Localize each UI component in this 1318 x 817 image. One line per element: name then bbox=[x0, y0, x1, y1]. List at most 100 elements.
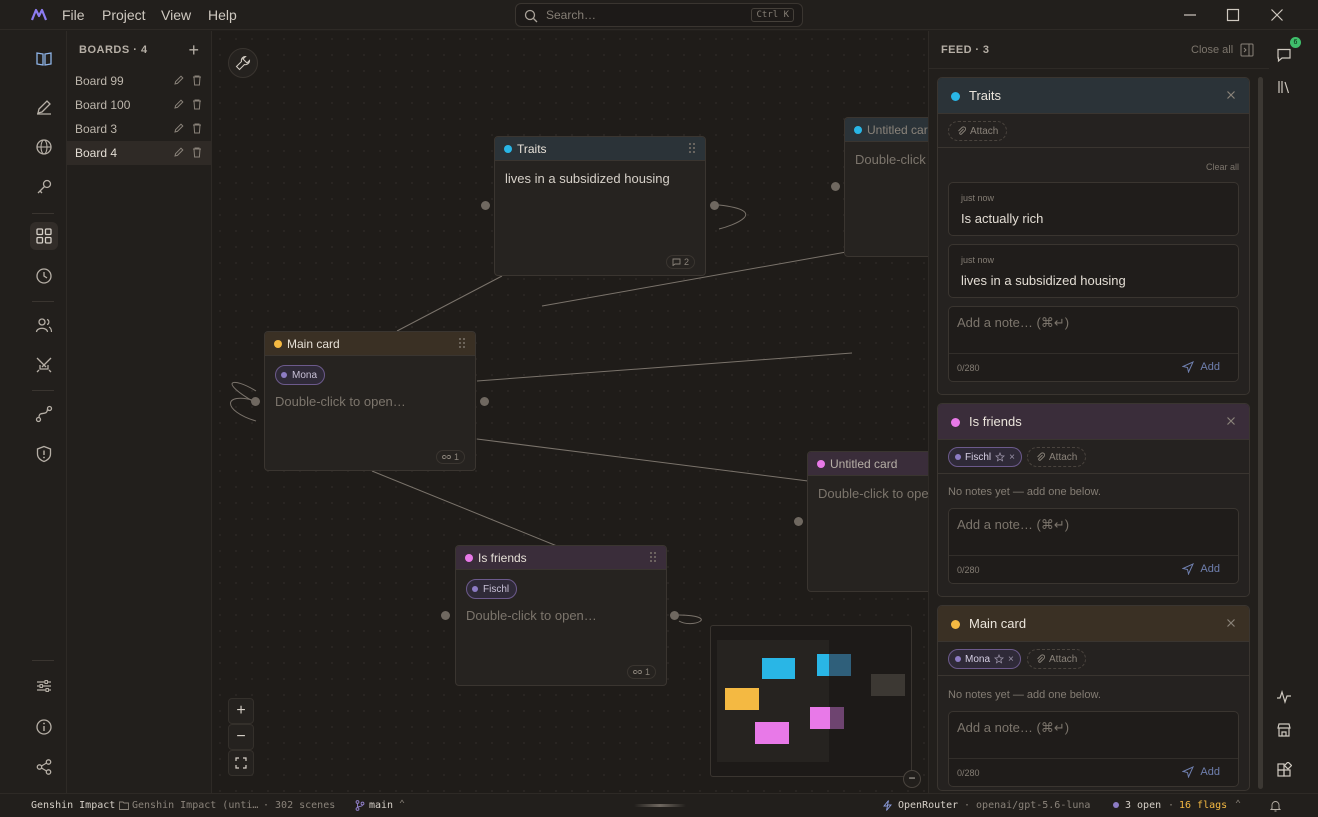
port-left[interactable] bbox=[441, 611, 450, 620]
edit-icon[interactable] bbox=[173, 98, 185, 110]
attach-button[interactable]: Attach bbox=[1027, 649, 1087, 669]
maximize-icon[interactable] bbox=[1223, 5, 1243, 25]
remove-chip-icon[interactable]: × bbox=[1008, 654, 1014, 665]
add-board-button[interactable]: + bbox=[188, 40, 199, 61]
note-input-placeholder[interactable]: Add a note… (⌘↵) bbox=[957, 517, 1069, 533]
note-composer[interactable]: Add a note… (⌘↵) 0/280 Add bbox=[948, 306, 1239, 382]
minimize-icon[interactable] bbox=[1180, 5, 1200, 25]
pen-icon[interactable] bbox=[30, 93, 58, 121]
card-traits[interactable]: Traits lives in a subsidized housing 2 bbox=[494, 136, 706, 276]
attach-button[interactable]: Attach bbox=[948, 121, 1008, 141]
drag-handle-icon[interactable] bbox=[650, 552, 656, 562]
add-note-button[interactable]: Add bbox=[1182, 766, 1220, 778]
share-icon[interactable] bbox=[30, 753, 58, 781]
status-open[interactable]: 3 open bbox=[1125, 800, 1161, 811]
close-icon[interactable] bbox=[1225, 89, 1237, 101]
activity-pulse-icon[interactable] bbox=[1274, 687, 1294, 707]
port-left[interactable] bbox=[794, 517, 803, 526]
board-canvas[interactable]: Traits lives in a subsidized housing 2 U… bbox=[212, 31, 928, 793]
card-is-friends[interactable]: Is friends Fischl Double-click to open… … bbox=[455, 545, 667, 686]
status-provider[interactable]: OpenRouter bbox=[898, 800, 958, 811]
fit-view-button[interactable] bbox=[228, 750, 254, 776]
users-icon[interactable] bbox=[30, 311, 58, 339]
zoom-out-button[interactable]: − bbox=[228, 724, 254, 750]
board-item[interactable]: Board 100 bbox=[67, 93, 211, 117]
character-chip[interactable]: Mona × bbox=[948, 649, 1021, 669]
trash-icon[interactable] bbox=[191, 98, 203, 110]
card-main[interactable]: Main card Mona Double-click to open… 1 bbox=[264, 331, 476, 471]
board-item-active[interactable]: Board 4 bbox=[67, 141, 211, 165]
trash-icon[interactable] bbox=[191, 146, 203, 158]
chevron-up-icon[interactable]: ⌃ bbox=[399, 799, 405, 810]
clock-icon[interactable] bbox=[30, 262, 58, 290]
search-input[interactable]: Search… Ctrl K bbox=[515, 3, 803, 27]
note-composer[interactable]: Add a note… (⌘↵) 0/280 Add bbox=[948, 711, 1239, 787]
card-header[interactable]: Untitled card bbox=[845, 118, 928, 142]
feed-scrollbar[interactable] bbox=[1258, 77, 1263, 789]
shield-alert-icon[interactable] bbox=[30, 440, 58, 468]
edit-icon[interactable] bbox=[173, 146, 185, 158]
board-item[interactable]: Board 99 bbox=[67, 69, 211, 93]
port-left[interactable] bbox=[481, 201, 490, 210]
status-folder[interactable]: Genshin Impact (unti… bbox=[132, 800, 258, 811]
port-left[interactable] bbox=[251, 397, 260, 406]
add-note-button[interactable]: Add bbox=[1182, 361, 1220, 373]
drag-handle-icon[interactable] bbox=[459, 338, 465, 348]
port-right[interactable] bbox=[710, 201, 719, 210]
sliders-icon[interactable] bbox=[30, 672, 58, 700]
minimap[interactable]: − bbox=[710, 625, 921, 788]
trash-icon[interactable] bbox=[191, 122, 203, 134]
star-icon[interactable] bbox=[995, 452, 1006, 462]
card-header[interactable]: Main card bbox=[265, 332, 475, 356]
close-icon[interactable] bbox=[1225, 617, 1237, 629]
close-icon[interactable] bbox=[1225, 415, 1237, 427]
widgets-icon[interactable] bbox=[1274, 760, 1294, 780]
status-branch[interactable]: main bbox=[369, 800, 393, 811]
note-composer[interactable]: Add a note… (⌘↵) 0/280 Add bbox=[948, 508, 1239, 584]
card-header[interactable]: Untitled card bbox=[808, 452, 928, 476]
zoom-in-button[interactable]: + bbox=[228, 698, 254, 724]
route-icon[interactable] bbox=[30, 400, 58, 428]
library-icon[interactable] bbox=[1274, 77, 1294, 97]
globe-icon[interactable] bbox=[30, 133, 58, 161]
menu-file[interactable]: File bbox=[62, 7, 85, 23]
menu-help[interactable]: Help bbox=[208, 7, 237, 23]
wrench-tool-button[interactable] bbox=[228, 48, 258, 78]
attach-button[interactable]: Attach bbox=[1027, 447, 1087, 467]
collapse-panel-icon[interactable] bbox=[1240, 43, 1254, 57]
note-input-placeholder[interactable]: Add a note… (⌘↵) bbox=[957, 720, 1069, 736]
character-chip[interactable]: Fischl × bbox=[948, 447, 1022, 467]
note-input-placeholder[interactable]: Add a note… (⌘↵) bbox=[957, 315, 1069, 331]
card-header[interactable]: Traits bbox=[495, 137, 705, 161]
clear-all-button[interactable]: Clear all bbox=[1206, 162, 1239, 172]
star-icon[interactable] bbox=[994, 654, 1005, 664]
close-all-button[interactable]: Close all bbox=[1191, 44, 1233, 56]
swords-icon[interactable] bbox=[30, 351, 58, 379]
status-flags[interactable]: 16 flags bbox=[1179, 800, 1227, 811]
trash-icon[interactable] bbox=[191, 74, 203, 86]
bell-icon[interactable] bbox=[1270, 800, 1281, 812]
edit-icon[interactable] bbox=[173, 74, 185, 86]
add-note-button[interactable]: Add bbox=[1182, 563, 1220, 575]
character-chip[interactable]: Fischl bbox=[466, 579, 518, 599]
info-icon[interactable] bbox=[30, 713, 58, 741]
card-untitled-top[interactable]: Untitled card Double-click to open… bbox=[844, 117, 928, 257]
board-item[interactable]: Board 3 bbox=[67, 117, 211, 141]
edit-icon[interactable] bbox=[173, 122, 185, 134]
port-right[interactable] bbox=[670, 611, 679, 620]
card-header[interactable]: Is friends bbox=[456, 546, 666, 570]
character-chip[interactable]: Mona bbox=[275, 365, 326, 385]
menu-project[interactable]: Project bbox=[102, 7, 146, 23]
remove-chip-icon[interactable]: × bbox=[1009, 452, 1015, 463]
status-project[interactable]: Genshin Impact bbox=[31, 800, 115, 811]
chevron-up-icon[interactable]: ⌃ bbox=[1235, 799, 1241, 810]
store-icon[interactable] bbox=[1274, 720, 1294, 740]
close-window-icon[interactable] bbox=[1267, 5, 1287, 25]
menu-view[interactable]: View bbox=[161, 7, 191, 23]
port-right[interactable] bbox=[480, 397, 489, 406]
status-model[interactable]: · openai/gpt-5.6-luna bbox=[964, 800, 1090, 811]
chat-icon[interactable] bbox=[1274, 45, 1294, 65]
key-icon[interactable] bbox=[30, 173, 58, 201]
port-left[interactable] bbox=[831, 182, 840, 191]
minimap-collapse-button[interactable]: − bbox=[903, 770, 921, 788]
